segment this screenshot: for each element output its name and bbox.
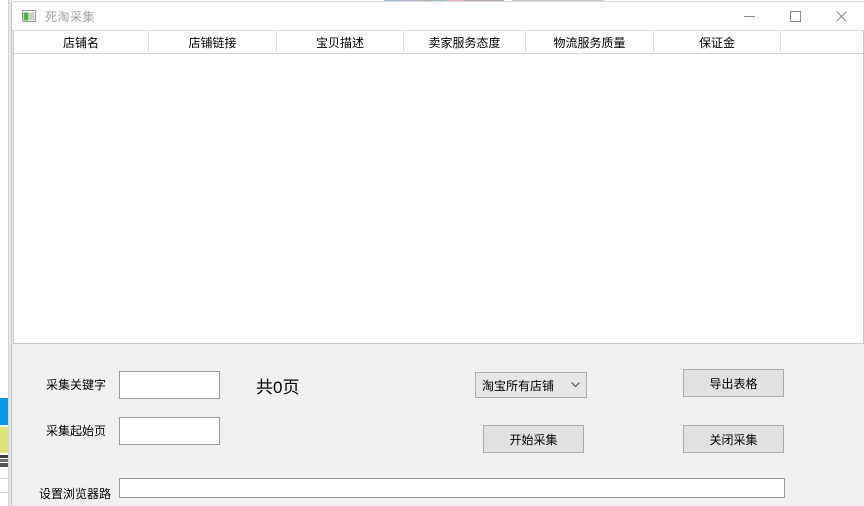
export-table-button[interactable]: 导出表格 bbox=[683, 369, 784, 397]
grid-column-header-seller-service[interactable]: 卖家服务态度 bbox=[404, 31, 526, 53]
background-divider-2 bbox=[0, 492, 8, 493]
start-page-label: 采集起始页 bbox=[46, 424, 107, 438]
window-controls bbox=[726, 2, 864, 30]
grid-column-header-deposit[interactable]: 保证金 bbox=[654, 31, 781, 53]
app-window: 死淘采集 店铺名 店铺链接 宝贝描述 卖家服务态度 物流服务质量 保证金 采集关… bbox=[11, 1, 864, 506]
grid-column-label: 宝贝描述 bbox=[315, 35, 364, 50]
stop-collect-button[interactable]: 关闭采集 bbox=[683, 425, 784, 453]
background-divider-1 bbox=[0, 478, 8, 479]
app-window-icon bbox=[22, 10, 36, 22]
page-count-label: 共0页 bbox=[256, 378, 300, 397]
shop-scope-dropdown[interactable]: 淘宝所有店铺 bbox=[475, 372, 587, 398]
grid-column-label: 店铺链接 bbox=[188, 35, 237, 50]
chevron-down-icon bbox=[564, 382, 586, 388]
close-button[interactable] bbox=[818, 2, 864, 30]
start-page-input[interactable] bbox=[119, 417, 220, 445]
shop-scope-selected-value: 淘宝所有店铺 bbox=[482, 378, 555, 393]
browser-path-label: 设置浏览器路 bbox=[39, 487, 112, 501]
browser-path-input[interactable] bbox=[119, 478, 785, 498]
grid-column-header-shop-name[interactable]: 店铺名 bbox=[14, 31, 149, 53]
maximize-button[interactable] bbox=[772, 2, 818, 30]
window-title: 死淘采集 bbox=[45, 9, 96, 24]
background-dark-band-1 bbox=[0, 455, 8, 458]
grid-column-label: 保证金 bbox=[698, 35, 735, 50]
grid-column-label: 店铺名 bbox=[62, 35, 99, 50]
grid-column-header-shop-link[interactable]: 店铺链接 bbox=[149, 31, 277, 53]
grid-body-empty[interactable] bbox=[14, 54, 863, 343]
background-dark-band-2 bbox=[0, 459, 8, 462]
grid-column-label: 卖家服务态度 bbox=[428, 35, 501, 50]
grid-column-header-logistics-quality[interactable]: 物流服务质量 bbox=[526, 31, 654, 53]
control-panel: 采集关键字 采集起始页 共0页 淘宝所有店铺 开始采集 导出表格 关闭采集 设置… bbox=[13, 345, 864, 506]
background-dark-band-3 bbox=[0, 463, 8, 467]
grid-column-header-filler[interactable] bbox=[781, 31, 863, 53]
maximize-icon bbox=[789, 10, 801, 22]
background-yellow-band bbox=[0, 427, 8, 453]
minimize-button[interactable] bbox=[726, 2, 772, 30]
results-grid[interactable]: 店铺名 店铺链接 宝贝描述 卖家服务态度 物流服务质量 保证金 bbox=[13, 31, 864, 344]
grid-column-label: 物流服务质量 bbox=[553, 35, 626, 50]
close-icon bbox=[835, 10, 847, 22]
background-blue-band bbox=[0, 398, 8, 425]
minimize-icon bbox=[743, 15, 755, 17]
screen: 死淘采集 店铺名 店铺链接 宝贝描述 卖家服务态度 物流服务质量 保证金 采集关… bbox=[0, 0, 864, 506]
grid-column-header-item-description[interactable]: 宝贝描述 bbox=[277, 31, 404, 53]
start-collect-button[interactable]: 开始采集 bbox=[483, 425, 584, 453]
keyword-input[interactable] bbox=[119, 371, 220, 399]
keyword-label: 采集关键字 bbox=[46, 378, 107, 392]
grid-header-row: 店铺名 店铺链接 宝贝描述 卖家服务态度 物流服务质量 保证金 bbox=[14, 31, 863, 54]
title-bar[interactable]: 死淘采集 bbox=[12, 2, 864, 31]
